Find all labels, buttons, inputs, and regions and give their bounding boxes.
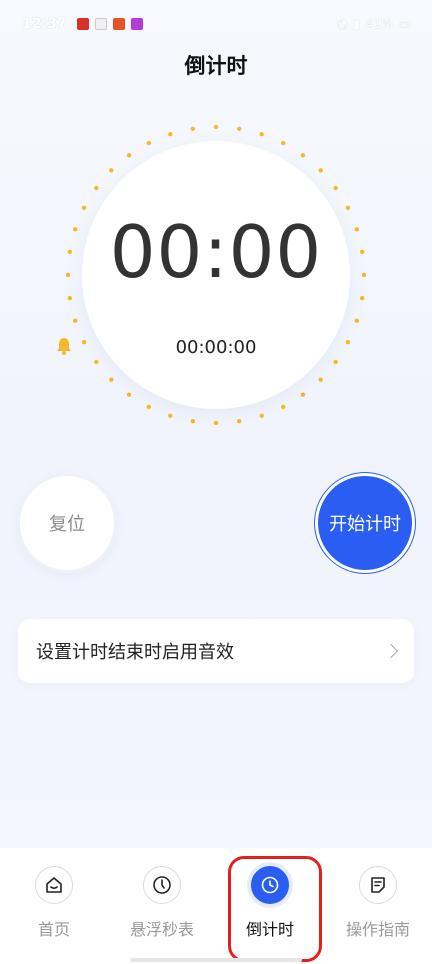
start-timer-button[interactable]: 开始计时 xyxy=(318,476,412,570)
guide-icon xyxy=(359,866,397,904)
dial-dot xyxy=(300,153,306,158)
page-title: 倒计时 xyxy=(184,54,248,78)
dial-dot xyxy=(168,413,173,418)
reset-button[interactable]: 复位 xyxy=(20,476,114,570)
dial-dot xyxy=(126,153,132,158)
status-right: ◔ ▮ 41% ▭ xyxy=(337,17,410,31)
dial-dot xyxy=(360,296,365,301)
dial-dot xyxy=(318,377,323,382)
home-icon xyxy=(35,866,73,904)
dial-dot xyxy=(281,404,286,410)
nav-label-home: 首页 xyxy=(37,920,70,939)
status-bar: 12:37 ◔ ▮ 41% ▭ xyxy=(0,0,432,48)
wifi-icon: ◔ xyxy=(336,17,348,31)
countdown-dial[interactable]: 00:00 00:00:00 xyxy=(56,115,376,435)
dial-dot xyxy=(67,296,72,301)
dial-dot xyxy=(281,140,286,146)
dial-dot xyxy=(168,132,173,137)
dial-dot xyxy=(109,377,114,382)
dial-dot xyxy=(190,126,195,131)
notification-icon xyxy=(94,18,107,30)
dial-dot xyxy=(94,185,99,191)
dial-dot xyxy=(237,126,242,131)
dial-dot xyxy=(146,140,151,146)
dial-dot xyxy=(259,413,264,418)
dial-dot xyxy=(109,168,114,173)
dial-dot xyxy=(94,359,99,365)
battery-icon: ▭ xyxy=(398,17,410,31)
countdown-display: 00:00 xyxy=(109,210,323,294)
alarm-time-text: 00:00:00 xyxy=(175,337,257,358)
bell-icon xyxy=(57,338,71,355)
dial-dot xyxy=(318,168,323,173)
chevron-right-icon xyxy=(383,643,399,659)
dial-dot xyxy=(73,318,78,323)
dial-dot xyxy=(237,419,242,424)
nav-label-guide: 操作指南 xyxy=(345,920,410,939)
sound-effect-setting-row[interactable]: 设置计时结束时启用音效 xyxy=(18,619,414,683)
dial-dot xyxy=(300,392,306,397)
setting-label: 设置计时结束时启用音效 xyxy=(36,642,234,663)
dial-dot xyxy=(213,420,219,426)
home-indicator xyxy=(130,958,302,962)
nav-item-guide[interactable]: 操作指南 xyxy=(324,848,432,964)
dial-dot xyxy=(213,124,219,130)
dial-dot xyxy=(333,359,338,365)
stopwatch-icon xyxy=(143,866,181,904)
signal-icon: ▮ xyxy=(353,17,360,31)
bottom-nav: 首页 悬浮秒表 倒计时 操作指南 xyxy=(0,848,432,964)
dial-dot xyxy=(126,392,132,397)
highlight-annotation-box xyxy=(228,856,322,962)
nav-item-floating-stopwatch[interactable]: 悬浮秒表 xyxy=(108,848,216,964)
nav-label-floating-stopwatch: 悬浮秒表 xyxy=(129,920,194,939)
dial-dot xyxy=(259,132,264,137)
dial-dot xyxy=(146,404,151,410)
dial-dot xyxy=(190,419,195,424)
alarm-time-row: 00:00:00 xyxy=(56,337,376,358)
battery-text: 41% xyxy=(365,17,393,31)
notification-icon xyxy=(76,18,89,30)
dial-dot xyxy=(333,185,338,191)
notification-icon xyxy=(130,18,143,30)
status-time: 12:37 xyxy=(22,16,67,32)
nav-item-home[interactable]: 首页 xyxy=(0,848,108,964)
notification-icon xyxy=(112,18,125,30)
dial-dot xyxy=(354,318,359,323)
